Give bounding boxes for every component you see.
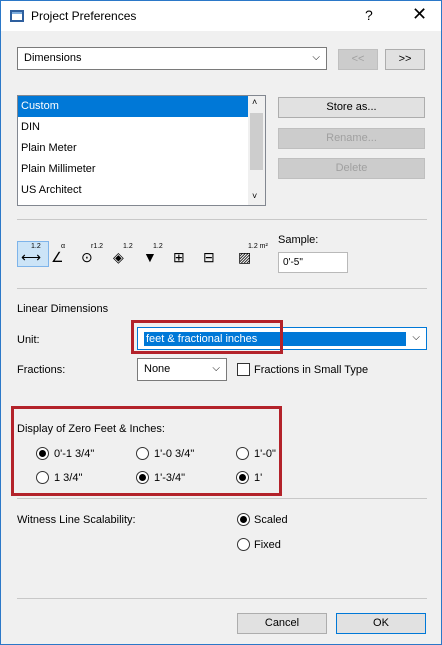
fractions-label: Fractions:: [17, 364, 66, 376]
zero-display-radio[interactable]: [36, 471, 49, 484]
tool-label: 1.2: [123, 243, 133, 250]
zero-display-option-label: 1 3/4": [54, 472, 83, 484]
zero-display-option-label: 1'-0": [254, 448, 276, 460]
preset-list-item[interactable]: DIN: [18, 117, 265, 138]
preset-list-item[interactable]: Plain Millimeter: [18, 159, 265, 180]
chevron-down-icon: ⌵: [212, 363, 220, 374]
close-button[interactable]: ✕: [412, 4, 427, 25]
tool-label: 1.2: [31, 243, 41, 250]
angle-dimension-icon[interactable]: ∠ α: [51, 241, 75, 265]
witness-line-option-label: Fixed: [254, 539, 281, 551]
zero-display-option-label: 0'-1 3/4": [54, 448, 95, 460]
unit-highlight-box: [131, 320, 283, 354]
witness-line-label: Witness Line Scalability:: [17, 514, 136, 526]
store-as-button[interactable]: Store as...: [278, 97, 425, 118]
preset-list-scrollbar[interactable]: ˄ ˅: [248, 96, 265, 205]
scrollbar-thumb[interactable]: [250, 113, 263, 170]
cancel-button[interactable]: Cancel: [237, 613, 327, 634]
divider: [17, 219, 427, 220]
zero-display-option-label: 1': [254, 472, 263, 484]
previous-category-button[interactable]: <<: [338, 49, 378, 70]
zero-display-option-label: 1'-3/4": [154, 472, 186, 484]
project-preferences-dialog: Project Preferences ? ✕ Dimensions ⌵ << …: [0, 0, 442, 645]
app-icon: [10, 10, 24, 22]
preset-list-item[interactable]: US Architect: [18, 180, 265, 201]
preset-list[interactable]: Custom DIN Plain Meter Plain Millimeter US A…: [17, 95, 266, 206]
tool-glyph: ▨: [238, 249, 252, 265]
category-select[interactable]: Dimensions ⌵: [17, 47, 327, 70]
sample-value: 0'-5": [278, 252, 348, 273]
scroll-down-icon[interactable]: ˅: [252, 191, 257, 201]
fractions-small-type-label: Fractions in Small Type: [254, 364, 369, 376]
zero-display-option-label: 1'-0 3/4": [154, 448, 195, 460]
zero-display-radio[interactable]: [236, 471, 249, 484]
radial-dimension-icon[interactable]: ⊙ r1.2: [81, 241, 105, 265]
ok-button[interactable]: OK: [336, 613, 426, 634]
preset-list-item[interactable]: Custom: [18, 96, 265, 117]
tool-glyph: ◈: [113, 249, 124, 265]
zero-display-radio[interactable]: [136, 471, 149, 484]
divider: [17, 288, 427, 289]
area-dimension-icon[interactable]: ▨ 1.2 m²: [238, 241, 268, 265]
zero-display-radio[interactable]: [36, 447, 49, 460]
help-button[interactable]: ?: [365, 7, 373, 23]
linear-dimension-icon[interactable]: ⟷ 1.2: [21, 241, 45, 265]
tool-glyph: ⊙: [81, 249, 93, 265]
tool-label: 1.2 m²: [248, 243, 268, 250]
zero-display-radio[interactable]: [136, 447, 149, 460]
tool-label: r1.2: [91, 243, 104, 250]
fractions-small-type-checkbox[interactable]: [237, 363, 250, 376]
fractions-select[interactable]: None ⌵: [137, 358, 227, 381]
delete-button[interactable]: Delete: [278, 158, 425, 179]
chevron-down-icon: ⌵: [412, 332, 420, 343]
level-dimension-icon[interactable]: ◈ 1.2: [113, 241, 137, 265]
door-window-dimension-icon[interactable]: ⊞: [173, 241, 197, 265]
tool-glyph: ⊞: [173, 249, 185, 265]
elevation-dimension-icon[interactable]: ▼ 1.2: [143, 241, 167, 265]
tool-label: α: [61, 243, 66, 250]
witness-line-option-label: Scaled: [254, 514, 288, 526]
tool-glyph: ⊟: [203, 249, 215, 265]
title-bar: Project Preferences ? ✕: [1, 1, 441, 31]
tool-glyph: ∠: [51, 249, 64, 265]
preset-list-item[interactable]: Plain Meter: [18, 138, 265, 159]
category-select-value: Dimensions: [24, 52, 82, 64]
zero-display-radio[interactable]: [236, 447, 249, 460]
witness-line-radio[interactable]: [237, 538, 250, 551]
sample-label: Sample:: [278, 234, 319, 246]
linear-dimensions-heading: Linear Dimensions: [17, 303, 109, 315]
sill-height-dimension-icon[interactable]: ⊟: [203, 241, 227, 265]
tool-glyph: ⟷: [21, 249, 42, 265]
scroll-up-icon[interactable]: ˄: [252, 97, 257, 107]
divider: [17, 498, 427, 499]
tool-label: 1.2: [153, 243, 163, 250]
witness-line-radio[interactable]: [237, 513, 250, 526]
rename-button[interactable]: Rename...: [278, 128, 425, 149]
unit-label: Unit:: [17, 334, 40, 346]
zero-display-label: Display of Zero Feet & Inches:: [17, 423, 165, 435]
window-title: Project Preferences: [31, 9, 137, 23]
divider: [17, 598, 427, 599]
next-category-button[interactable]: >>: [385, 49, 425, 70]
fractions-select-value: None: [144, 363, 171, 375]
tool-glyph: ▼: [143, 249, 157, 265]
chevron-down-icon: ⌵: [312, 52, 320, 63]
